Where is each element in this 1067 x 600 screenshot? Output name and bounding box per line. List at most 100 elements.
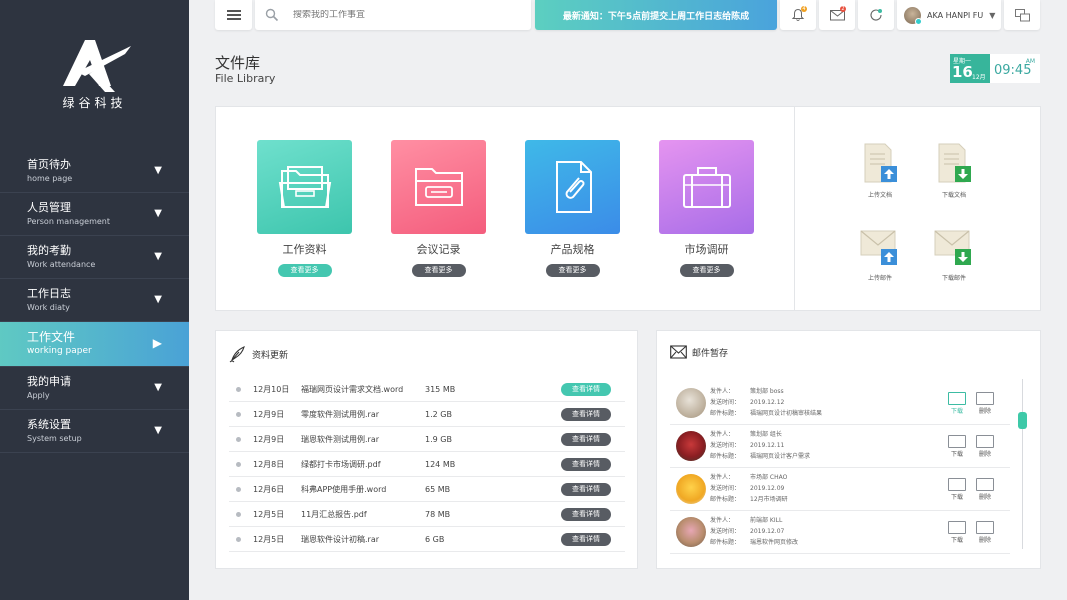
subject-label: 邮件标题： (710, 496, 741, 503)
chevron-down-icon: ▼ (154, 165, 162, 176)
mail-list: 发件人： 策划部 boss 发送时间： 2019.12.12 邮件标题： 福瑞网页设计… (670, 382, 1010, 554)
delete-mail-button[interactable]: 删除 (974, 435, 996, 458)
download-mail-item-button[interactable]: 下载 (946, 435, 968, 458)
menu-toggle-button[interactable] (215, 0, 252, 30)
month: 12月 (972, 74, 986, 81)
sidebar-item-system[interactable]: 系统设置 System setup ▼ (0, 410, 189, 453)
mail-subject: 福瑞网页设计客户需求 (750, 453, 811, 460)
download-document-icon (938, 143, 971, 183)
sidebar-item-apply[interactable]: 我的申请 Apply ▼ (0, 367, 189, 410)
list-item: 12月9日 零度软件测试用例.rar 1.2 GB 查看详情 (229, 402, 625, 427)
refresh-button[interactable] (858, 0, 894, 30)
sidebar-item-label: 工作文件 (27, 330, 76, 344)
sidebar-item-person[interactable]: 人员管理 Person management ▼ (0, 193, 189, 236)
view-details-button[interactable]: 查看详情 (561, 507, 611, 521)
mail-panel: 邮件暂存 发件人： 策划部 boss 发送时间： 2019.12.12 邮件标题： 福… (656, 330, 1041, 569)
sidebar: 绿谷科技 首页待办 home page ▼ 人员管理 Person manage… (0, 0, 189, 600)
upload-document-button[interactable]: 上传文档 (850, 142, 910, 199)
mail-item[interactable]: 发件人： 策划部 boss 发送时间： 2019.12.12 邮件标题： 福瑞网页设计… (670, 382, 1010, 425)
delete-mail-button[interactable]: 删除 (974, 478, 996, 501)
folder-label: 产品规格 (550, 243, 595, 256)
mail-sender: 市场部 CHAO (750, 474, 788, 481)
sidebar-item-diary[interactable]: 工作日志 Work diaty ▼ (0, 279, 189, 322)
delete-icon (976, 478, 994, 491)
subject-label: 邮件标题： (710, 539, 741, 546)
sidebar-item-sublabel: home page (27, 174, 73, 183)
action-label: 下载文档 (941, 192, 966, 199)
folder-label: 市场调研 (684, 243, 729, 256)
sidebar-item-working-paper[interactable]: 工作文件 working paper ▶ (0, 322, 189, 367)
download-document-button[interactable]: 下载文档 (924, 142, 984, 199)
scrollbar-track[interactable] (1022, 379, 1023, 549)
chevron-down-icon: ▼ (154, 294, 162, 305)
mail-button[interactable]: 2 (819, 0, 855, 30)
item-date: 12月9日 (253, 409, 285, 419)
search-input[interactable] (293, 10, 513, 20)
mail-sender: 前端部 KILL (750, 517, 783, 524)
sidebar-item-sublabel: System setup (27, 434, 82, 443)
folder-market-research: 市场调研 查看更多 (659, 140, 754, 277)
download-mail-icon (934, 230, 971, 265)
chevron-right-icon: ▶ (152, 336, 162, 350)
user-menu[interactable]: AKA HANPI FU ▼ (897, 0, 1001, 30)
folder-label: 工作资料 (282, 243, 327, 256)
download-mail-item-button[interactable]: 下载 (946, 521, 968, 544)
item-size: 124 MB (425, 459, 456, 469)
view-more-button[interactable]: 查看更多 (679, 264, 734, 277)
envelope-icon (670, 345, 687, 359)
view-details-button[interactable]: 查看详情 (561, 482, 611, 496)
folder-tile[interactable] (391, 140, 486, 234)
mail-subject: 12月市场调研 (750, 496, 788, 503)
sidebar-item-label: 我的申请 (27, 375, 71, 388)
item-size: 1.9 GB (425, 434, 452, 444)
view-details-button[interactable]: 查看详情 (561, 457, 611, 471)
view-details-button[interactable]: 查看详情 (561, 382, 611, 396)
subject-label: 邮件标题： (710, 453, 741, 460)
item-date: 12月10日 (253, 384, 290, 394)
delete-mail-button[interactable]: 删除 (974, 392, 996, 415)
download-label: 下载 (950, 408, 963, 415)
time-label: 发送时间： (710, 528, 741, 535)
date-widget: 星期一 16 12月 AM 09:45 (950, 54, 1040, 83)
view-details-button[interactable]: 查看详情 (561, 532, 611, 546)
notice-banner[interactable]: 最新通知：下午5点前提交上周工作日志给陈成 (535, 0, 777, 30)
bullet-icon (236, 511, 241, 517)
upload-mail-button[interactable]: 上传邮件 (850, 225, 910, 282)
view-more-button[interactable]: 查看更多 (277, 264, 332, 277)
item-date: 12月5日 (253, 534, 285, 544)
download-mail-item-button[interactable]: 下载 (946, 392, 968, 415)
mail-item[interactable]: 发件人： 前端部 KILL 发送时间： 2019.12.07 邮件标题： 瑞恩软件网页… (670, 511, 1010, 554)
notification-button[interactable]: 4 (780, 0, 816, 30)
time-label: 发送时间： (710, 399, 741, 406)
sidebar-item-home[interactable]: 首页待办 home page ▼ (0, 150, 189, 193)
subject-label: 邮件标题： (710, 410, 741, 417)
item-name: 福瑞网页设计需求文档.word (301, 384, 404, 394)
download-mail-button[interactable]: 下载邮件 (924, 225, 984, 282)
upload-mail-icon (860, 230, 897, 265)
download-label: 下载 (950, 451, 963, 458)
view-details-button[interactable]: 查看详情 (561, 407, 611, 421)
bullet-icon (236, 486, 241, 492)
list-item: 12月5日 11月汇总报告.pdf 78 MB 查看详情 (229, 502, 625, 527)
mail-item[interactable]: 发件人： 市场部 CHAO 发送时间： 2019.12.09 邮件标题： 12月市场调… (670, 468, 1010, 511)
translate-button[interactable] (1004, 0, 1040, 30)
folder-tile[interactable] (525, 140, 620, 234)
download-label: 下载 (950, 537, 963, 544)
notification-badge: 4 (801, 6, 807, 12)
folder-tile[interactable] (659, 140, 754, 234)
sidebar-item-attendance[interactable]: 我的考勤 Work attendance ▼ (0, 236, 189, 279)
sidebar-item-label: 首页待办 (27, 158, 71, 171)
scrollbar-thumb[interactable] (1018, 412, 1027, 429)
view-details-button[interactable]: 查看详情 (561, 432, 611, 446)
delete-mail-button[interactable]: 删除 (974, 521, 996, 544)
view-more-button[interactable]: 查看更多 (545, 264, 600, 277)
folder-tile[interactable] (257, 140, 352, 234)
download-mail-item-button[interactable]: 下载 (946, 478, 968, 501)
search-icon (265, 8, 279, 22)
mail-item[interactable]: 发件人： 策划部 组长 发送时间： 2019.12.11 邮件标题： 福瑞网页设计客户… (670, 425, 1010, 468)
time: 09:45 (994, 63, 1032, 78)
action-label: 下载邮件 (941, 275, 966, 282)
mail-info: 发件人： 市场部 CHAO 发送时间： 2019.12.09 邮件标题： 12月市场调… (710, 472, 788, 505)
view-more-button[interactable]: 查看更多 (411, 264, 466, 277)
folder-work-materials: 工作资料 查看更多 (257, 140, 352, 277)
